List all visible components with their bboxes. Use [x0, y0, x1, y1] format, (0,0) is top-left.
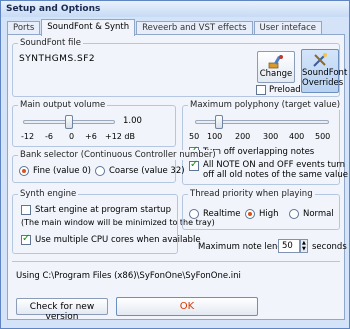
thread-priority-group: Thread priority when playing Realtime Hi… — [182, 189, 340, 230]
priority-realtime-label: Realtime — [203, 209, 241, 219]
tab-soundfont-synth[interactable]: SoundFont & Synth — [41, 19, 136, 36]
paint-brush-icon — [268, 55, 283, 69]
tab-user-interface[interactable]: User inteface — [253, 21, 323, 35]
synth-engine-legend: Synth engine — [18, 189, 79, 199]
tab-panel: SoundFont file SYNTHGMS.SF2 Change Prelo… — [7, 34, 348, 322]
thread-priority-legend: Thread priority when playing — [188, 189, 315, 199]
volume-tick: -12 — [21, 132, 35, 141]
check-version-button[interactable]: Check for new version — [16, 298, 108, 322]
ok-button[interactable]: OK — [116, 297, 258, 316]
polyphony-tick: 100 — [207, 132, 223, 141]
priority-high-radio[interactable] — [245, 209, 255, 219]
bank-selector-legend: Bank selector (Continuous Controller num… — [18, 150, 218, 160]
preload-label: Preload — [269, 85, 301, 95]
priority-normal-radio[interactable] — [289, 209, 299, 219]
turn-off-overlapping-label: Turn off overlapping notes — [203, 147, 315, 157]
priority-realtime-radio[interactable] — [189, 209, 199, 219]
volume-tick: 0 — [69, 132, 75, 141]
polyphony-tick: 200 — [235, 132, 251, 141]
volume-group: Main output volume 1.00 -12 -6 0 +6 +12 … — [12, 100, 176, 147]
ok-label: OK — [179, 301, 195, 312]
volume-legend: Main output volume — [18, 100, 108, 110]
polyphony-tick: 500 — [315, 132, 331, 141]
divider — [12, 261, 340, 262]
note-length-input[interactable]: 50 — [278, 239, 300, 253]
change-button[interactable]: Change — [257, 51, 295, 83]
start-engine-checkbox[interactable] — [21, 205, 31, 215]
setup-window: Setup and Options Ports SoundFont & Synt… — [0, 0, 350, 329]
wand-tools-icon — [313, 53, 327, 67]
bank-coarse-label: Coarse (value 32) — [109, 166, 185, 176]
overrides-label-1: SoundFont — [302, 68, 348, 78]
multiple-cpu-checkbox[interactable] — [21, 233, 31, 245]
soundfont-filename: SYNTHGMS.SF2 — [19, 54, 96, 64]
start-engine-label: Start engine at program startup — [35, 205, 171, 215]
note-length-unit: seconds — [312, 242, 347, 252]
change-label: Change — [259, 69, 293, 79]
window-title: Setup and Options — [1, 1, 349, 17]
all-note-events-label-2: off all old notes of the same value — [203, 170, 348, 180]
bank-fine-radio[interactable] — [19, 166, 29, 176]
multiple-cpu-label: Use multiple CPU cores when available — [35, 235, 201, 245]
volume-tick: +12 dB — [105, 132, 135, 141]
polyphony-tick: 400 — [289, 132, 305, 141]
tab-strip: Ports SoundFont & Synth Reveerb and VST … — [7, 19, 323, 36]
priority-normal-label: Normal — [303, 209, 334, 219]
all-note-events-label-1: All NOTE ON and OFF events turn — [203, 160, 345, 170]
bank-fine-label: Fine (value 0) — [33, 166, 91, 176]
bank-coarse-radio[interactable] — [95, 166, 105, 176]
synth-engine-group: Synth engine Start engine at program sta… — [12, 189, 215, 254]
polyphony-tick: 300 — [263, 132, 279, 141]
polyphony-legend: Maximum polyphony (target value) — [188, 100, 343, 110]
soundfont-group: SoundFont file SYNTHGMS.SF2 Change Prelo… — [12, 38, 348, 97]
polyphony-group: Maximum polyphony (target value) 50 100 … — [182, 100, 348, 185]
bank-selector-group: Bank selector (Continuous Controller num… — [12, 150, 218, 183]
check-version-label: Check for new version — [29, 302, 95, 322]
config-path-text: Using C:\Program Files (x86)\SyFonOne\Sy… — [16, 271, 241, 281]
priority-high-label: High — [259, 209, 279, 219]
tab-ports[interactable]: Ports — [7, 21, 41, 35]
volume-tick: +6 — [85, 132, 97, 141]
polyphony-tick: 50 — [189, 132, 200, 141]
tab-reverb-vst[interactable]: Reveerb and VST effects — [136, 21, 253, 35]
volume-tick: -6 — [45, 132, 53, 141]
soundfont-legend: SoundFont file — [18, 38, 83, 48]
preload-checkbox[interactable] — [256, 85, 266, 95]
overrides-label-2: Overrides — [302, 78, 344, 88]
all-note-events-checkbox[interactable] — [189, 159, 199, 171]
volume-value: 1.00 — [123, 116, 142, 126]
polyphony-slider[interactable] — [215, 115, 223, 129]
spin-down-icon: ▼ — [302, 246, 306, 252]
volume-slider[interactable] — [65, 115, 73, 129]
soundfont-overrides-button[interactable]: SoundFont Overrides — [301, 49, 348, 93]
note-length-spinner[interactable]: ▲ ▼ — [300, 239, 308, 253]
